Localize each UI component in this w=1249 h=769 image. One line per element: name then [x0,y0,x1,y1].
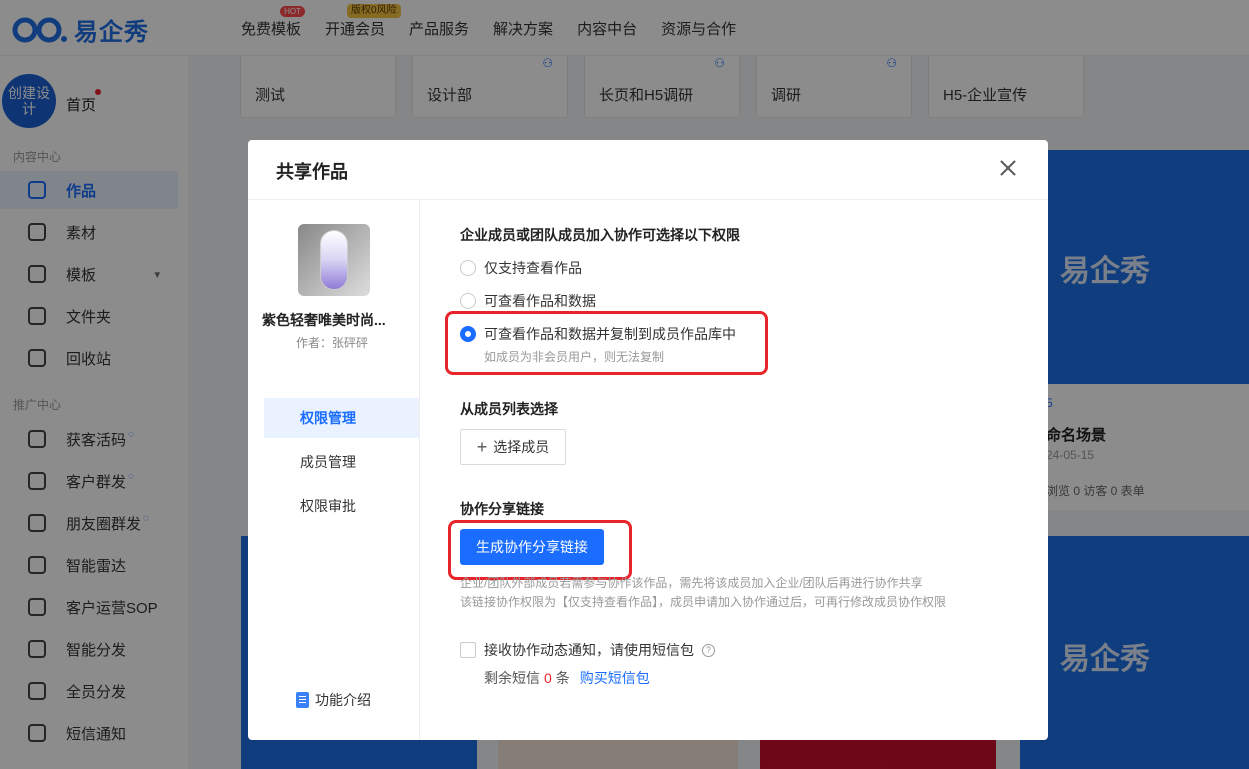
work-thumbnail [298,224,370,296]
highlight-box [448,520,632,580]
feature-intro-link[interactable]: 功能介绍 [296,690,371,710]
radio-button[interactable] [460,260,476,276]
share-work-dialog: 共享作品 紫色轻奢唯美时尚... 作者：张砰砰 权限管理 成员管理 权限审批 功… [248,140,1048,740]
work-title: 紫色轻奢唯美时尚... [262,312,386,328]
tab-members[interactable]: 成员管理 [264,442,419,482]
option-view-data[interactable]: 可查看作品和数据 [460,291,596,311]
radio-button[interactable] [460,293,476,309]
highlight-box [445,311,768,375]
tab-approval[interactable]: 权限审批 [264,486,419,526]
sms-balance: 剩余短信 0 条购买短信包 [484,670,650,686]
dialog-side-panel: 紫色轻奢唯美时尚... 作者：张砰砰 权限管理 成员管理 权限审批 功能介绍 [248,200,420,740]
buy-sms-link[interactable]: 购买短信包 [580,670,650,686]
tab-permission[interactable]: 权限管理 [264,398,419,438]
help-icon[interactable]: ? [702,643,715,657]
option-view-only[interactable]: 仅支持查看作品 [460,258,582,278]
close-icon[interactable] [998,158,1018,178]
share-link-heading: 协作分享链接 [460,501,544,517]
share-link-desc: 该链接协作权限为【仅支持查看作品】，成员申请加入协作通过后，可再行修改成员协作权… [460,595,947,609]
document-icon [296,692,309,708]
member-list-heading: 从成员列表选择 [460,401,558,417]
notify-option[interactable]: 接收协作动态通知，请使用短信包 ? [460,640,715,660]
share-link-desc: 企业/团队外部成员若需参与协作该作品，需先将该成员加入企业/团队后再进行协作共享 [460,576,923,590]
select-member-button[interactable]: + 选择成员 [460,429,566,465]
plus-icon: + [476,437,488,457]
dialog-title: 共享作品 [248,140,1048,200]
checkbox[interactable] [460,642,476,658]
work-author: 作者：张砰砰 [296,336,369,350]
permission-heading: 企业成员或团队成员加入协作可选择以下权限 [460,227,740,243]
